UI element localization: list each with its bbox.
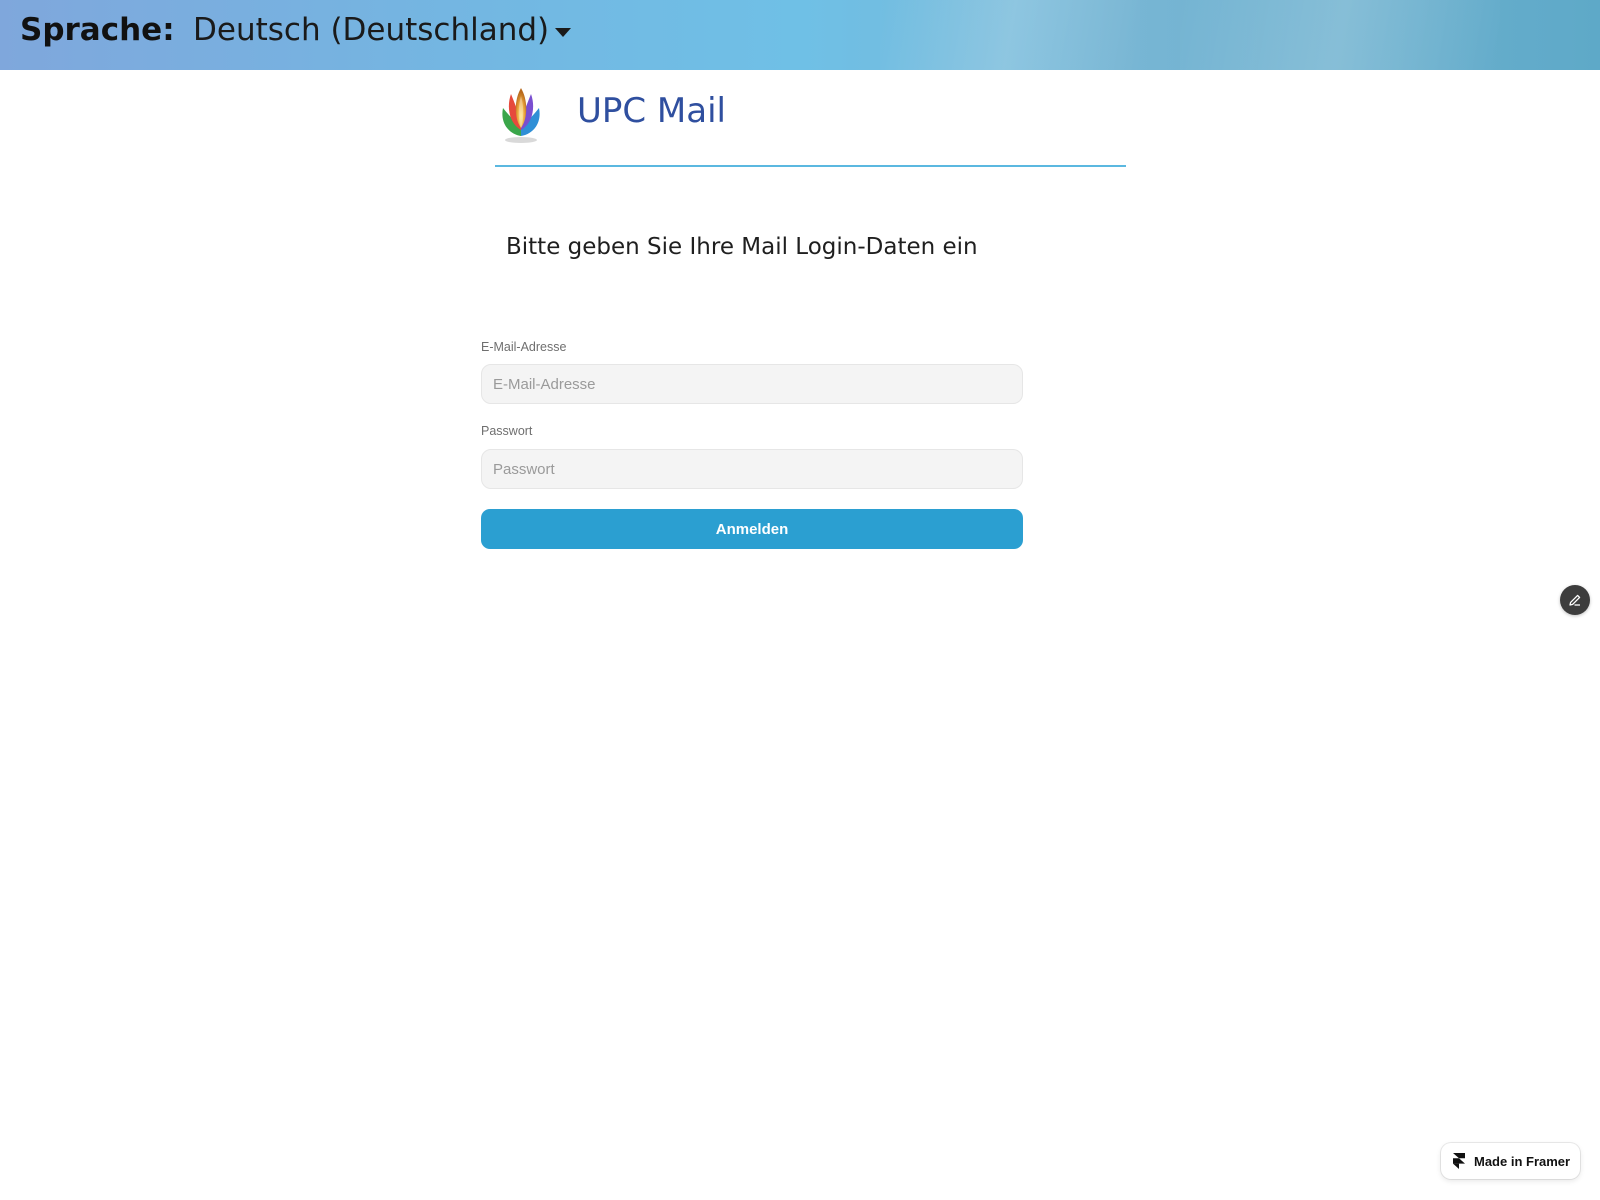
pencil-icon [1569, 594, 1581, 606]
header-decoration [1180, 0, 1500, 70]
badge-label: Made in Framer [1474, 1153, 1571, 1169]
chevron-down-icon [555, 27, 572, 37]
header-decoration [880, 0, 1140, 70]
language-label: Sprache: [20, 12, 175, 48]
brand-title: UPC Mail [577, 91, 726, 131]
password-label: Passwort [481, 424, 533, 438]
header-divider [495, 165, 1126, 167]
language-select[interactable]: Deutsch (Deutschland) [193, 12, 572, 48]
made-in-framer-badge[interactable]: Made in Framer [1441, 1143, 1580, 1179]
language-bar: Sprache: Deutsch (Deutschland) [0, 0, 1600, 70]
language-select-value: Deutsch (Deutschland) [193, 12, 550, 48]
login-heading: Bitte geben Sie Ihre Mail Login-Daten ei… [506, 234, 978, 260]
email-field[interactable] [481, 364, 1023, 404]
login-button[interactable]: Anmelden [481, 509, 1023, 549]
edit-button[interactable] [1560, 585, 1590, 615]
password-field[interactable] [481, 449, 1023, 489]
upc-logo [494, 84, 548, 144]
framer-logo-icon [1453, 1153, 1465, 1169]
email-label: E-Mail-Adresse [481, 340, 567, 354]
